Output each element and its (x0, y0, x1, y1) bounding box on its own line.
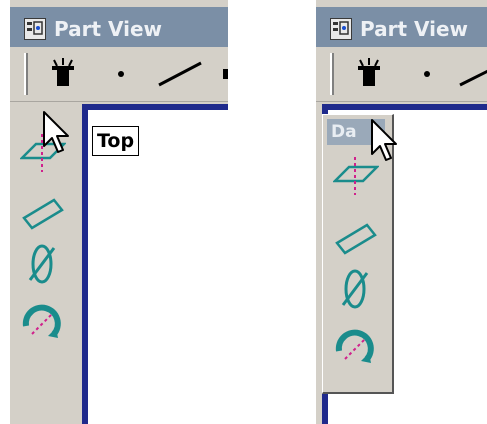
tooltip: Top (92, 126, 140, 156)
cursor-arrow-icon (370, 118, 400, 168)
part-view-app-icon (330, 18, 352, 40)
ellipse-plane-icon[interactable] (333, 265, 377, 309)
toolbar (10, 47, 228, 102)
point-icon[interactable] (414, 55, 440, 93)
toolbar (316, 47, 487, 102)
line-icon[interactable] (456, 55, 487, 93)
rectangle-plane-icon[interactable] (20, 188, 64, 232)
toolbar-overflow-icon[interactable] (222, 55, 228, 93)
left-panel: Part View Top (10, 0, 228, 424)
window-title: Part View (360, 17, 469, 41)
rotate-view-icon[interactable] (18, 296, 62, 340)
ellipse-plane-icon[interactable] (20, 240, 64, 284)
magic-hat-icon[interactable] (46, 55, 80, 93)
magic-hat-icon[interactable] (352, 55, 386, 93)
point-icon[interactable] (108, 55, 134, 93)
window-title: Part View (54, 17, 163, 41)
part-view-app-icon (24, 18, 46, 40)
toolbar-grip[interactable] (330, 53, 334, 95)
toolbar-grip[interactable] (24, 53, 28, 95)
right-panel: Part View Da (316, 0, 487, 424)
title-bar: Part View (316, 7, 487, 47)
rectangle-plane-icon[interactable] (333, 213, 377, 257)
line-icon[interactable] (154, 55, 204, 93)
rotate-view-icon[interactable] (331, 321, 375, 365)
title-bar: Part View (10, 7, 228, 47)
cursor-arrow-icon (42, 110, 72, 160)
